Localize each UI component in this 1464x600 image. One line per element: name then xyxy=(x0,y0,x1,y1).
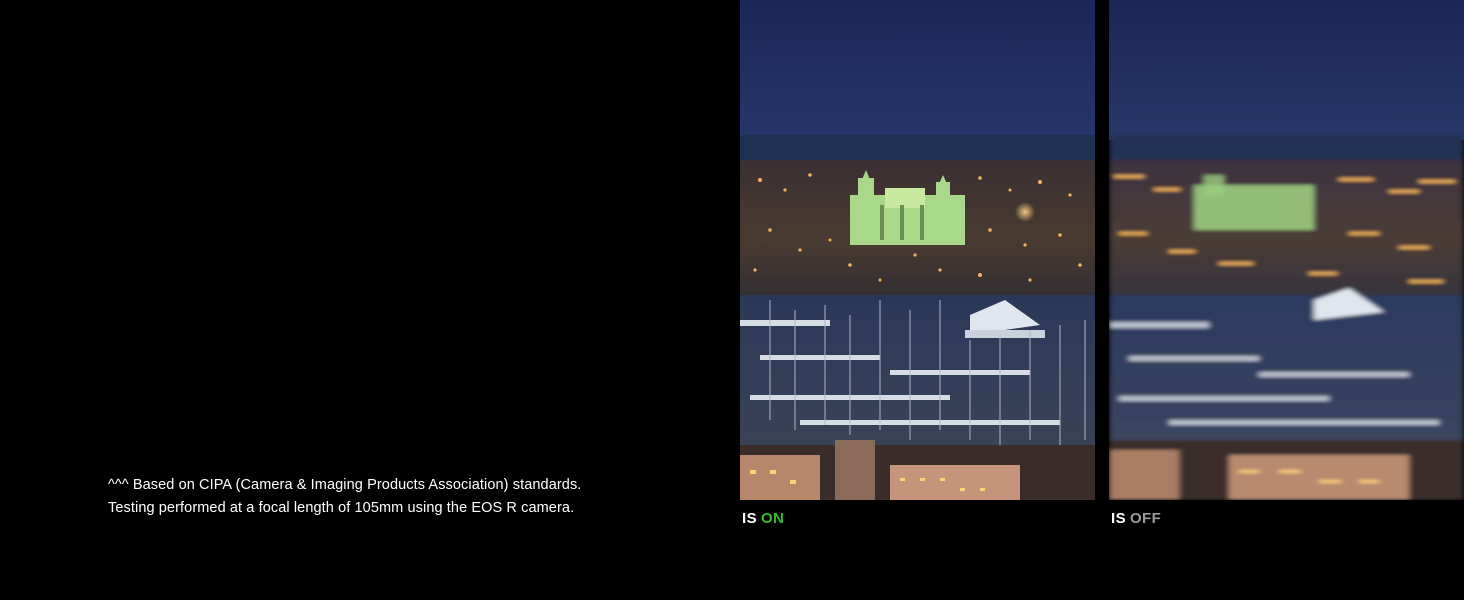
is-off-state: OFF xyxy=(1129,510,1162,527)
is-on-photo xyxy=(740,0,1095,500)
footnote-line-2: Testing performed at a focal length of 1… xyxy=(108,500,575,516)
footnote: ^^^ Based on CIPA (Camera & Imaging Prod… xyxy=(108,474,581,520)
footnote-line-1: ^^^ Based on CIPA (Camera & Imaging Prod… xyxy=(108,477,582,493)
is-on-prefix: IS xyxy=(742,510,757,527)
harbor-night-photo-sharp xyxy=(740,0,1095,500)
is-on-caption: IS ON xyxy=(742,510,784,527)
harbor-night-photo-blurred xyxy=(1109,0,1464,500)
is-off-prefix: IS xyxy=(1111,510,1126,527)
is-off-photo xyxy=(1109,0,1464,500)
is-on-state: ON xyxy=(760,510,785,527)
is-off-caption: IS OFF xyxy=(1111,510,1161,527)
